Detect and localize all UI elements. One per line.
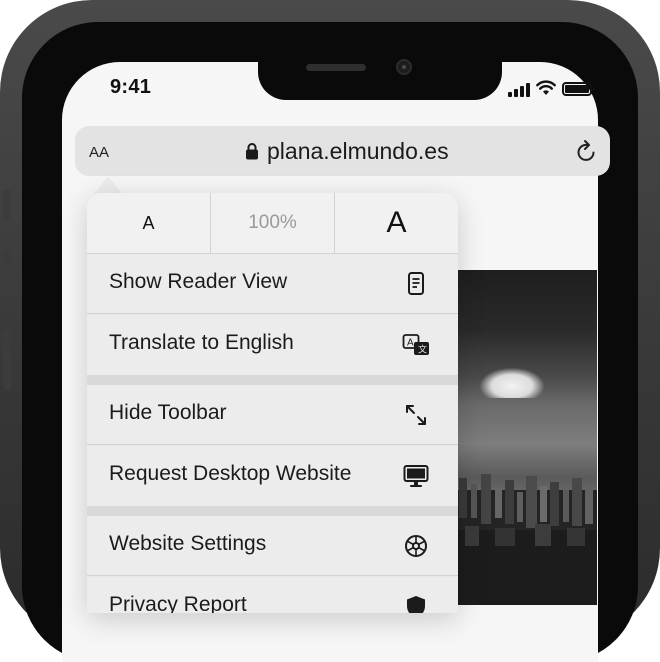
side-button-mute <box>3 190 11 220</box>
menu-item-label: Website Settings <box>109 532 267 555</box>
menu-item-show-reader-view[interactable]: Show Reader View <box>87 254 458 314</box>
status-time: 9:41 <box>110 76 152 98</box>
increase-text-size-button[interactable]: A <box>335 193 458 253</box>
text-size-button-label: AA <box>89 144 110 161</box>
side-button-volume-down <box>3 330 11 390</box>
menu-item-hide-toolbar[interactable]: Hide Toolbar <box>87 385 458 445</box>
page-settings-menu: A 100% A Show Reader View Translate to E… <box>87 193 458 613</box>
menu-item-label: Request Desktop Website <box>109 462 352 485</box>
reader-view-icon <box>408 272 424 295</box>
reload-icon[interactable] <box>576 139 598 163</box>
decrease-text-size-button[interactable]: A <box>87 193 211 253</box>
menu-item-label: Show Reader View <box>109 270 288 293</box>
font-size-controls: A 100% A <box>87 193 458 254</box>
signal-icon <box>508 81 532 97</box>
text-size-button[interactable]: AA <box>89 139 109 165</box>
popover-arrow <box>94 176 122 194</box>
privacy-shield-icon <box>407 596 425 613</box>
menu-item-label: Translate to English <box>109 331 294 354</box>
lock-icon <box>246 143 258 160</box>
url-field[interactable]: plana.elmundo.es <box>245 137 449 165</box>
photo-city-skyline <box>455 474 597 605</box>
translate-icon: A 文 <box>402 334 429 355</box>
svg-text:A: A <box>407 338 414 349</box>
menu-item-website-settings[interactable]: Website Settings <box>87 516 458 576</box>
zoom-level: 100% <box>211 193 335 253</box>
menu-item-label: Privacy Report <box>109 593 247 613</box>
menu-item-label: Hide Toolbar <box>109 401 227 424</box>
menu-item-translate[interactable]: Translate to English A 文 <box>87 315 458 375</box>
expand-arrows-icon <box>406 405 426 425</box>
menu-section-gap <box>87 506 458 516</box>
url-text: plana.elmundo.es <box>267 137 449 164</box>
address-bar[interactable]: AA plana.elmundo.es <box>75 126 610 176</box>
wifi-icon <box>536 80 556 95</box>
desktop-monitor-icon <box>403 465 429 487</box>
front-camera <box>396 59 412 75</box>
earpiece-speaker <box>306 64 366 71</box>
notch <box>244 39 516 100</box>
photo-cloud <box>480 368 544 398</box>
side-button-volume-up <box>3 250 11 310</box>
svg-text:文: 文 <box>418 344 427 355</box>
menu-item-privacy-report[interactable]: Privacy Report <box>87 577 458 613</box>
battery-icon <box>562 82 595 96</box>
menu-section-gap <box>87 375 458 385</box>
menu-item-request-desktop-website[interactable]: Request Desktop Website <box>87 446 458 506</box>
settings-gear-icon <box>405 535 427 557</box>
